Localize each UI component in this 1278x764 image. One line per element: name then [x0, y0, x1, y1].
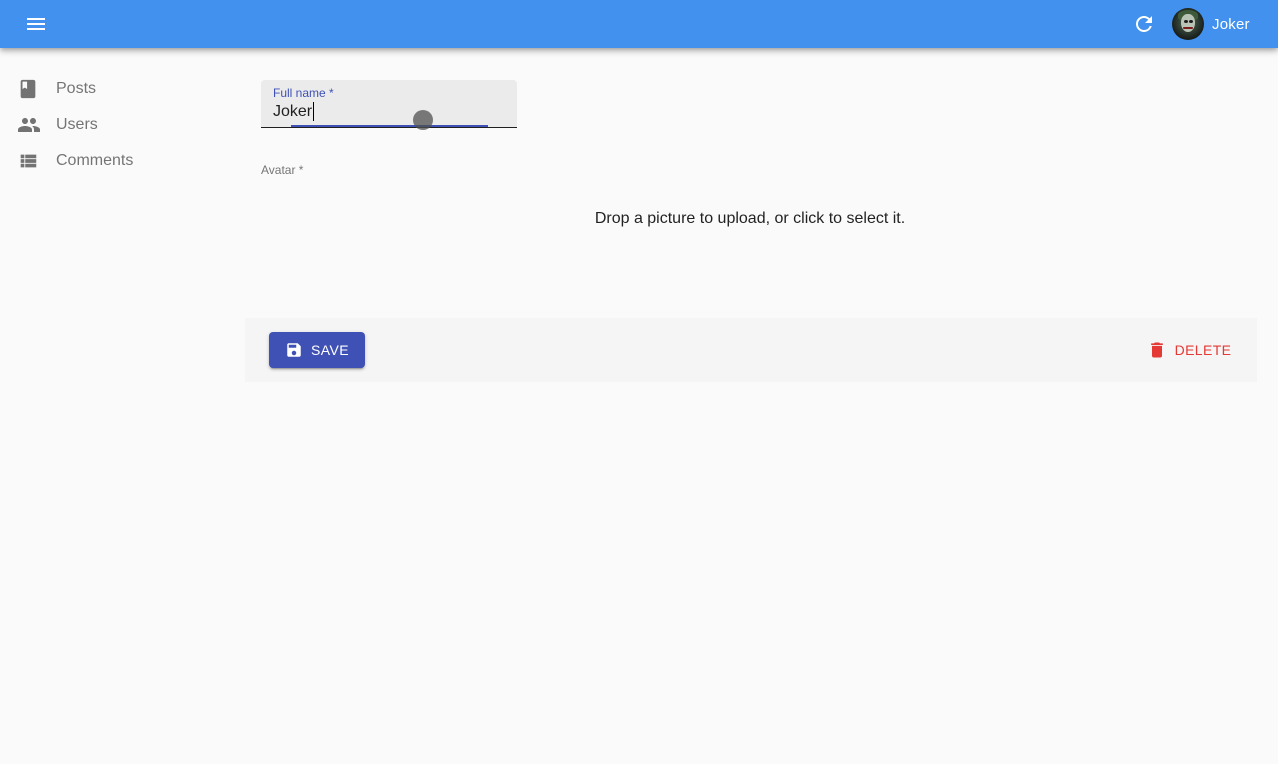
- sidebar-item-posts[interactable]: Posts: [0, 71, 240, 107]
- list-icon: [0, 150, 56, 172]
- app-bar: Joker: [0, 0, 1278, 48]
- people-icon: [0, 113, 56, 137]
- sidebar: Posts Users Comments: [0, 71, 240, 179]
- sidebar-item-comments[interactable]: Comments: [0, 143, 240, 179]
- dropzone-text: Drop a picture to upload, or click to se…: [594, 210, 906, 227]
- full-name-field[interactable]: Full name *: [261, 80, 517, 130]
- user-name: Joker: [1212, 15, 1250, 33]
- focus-underline: [291, 125, 488, 127]
- user-menu-button[interactable]: Joker: [1170, 6, 1250, 42]
- sidebar-item-users[interactable]: Users: [0, 107, 240, 143]
- sidebar-item-label: Posts: [56, 80, 97, 97]
- full-name-input[interactable]: [273, 103, 505, 121]
- delete-label: DELETE: [1174, 342, 1232, 358]
- sidebar-item-label: Users: [56, 116, 98, 133]
- mouse-cursor-indicator: [413, 110, 433, 130]
- avatar-dropzone[interactable]: Drop a picture to upload, or click to se…: [261, 190, 1239, 250]
- full-name-label: Full name *: [273, 86, 334, 100]
- refresh-icon: [1132, 12, 1156, 36]
- hamburger-icon: [24, 12, 48, 36]
- book-icon: [0, 78, 56, 100]
- trash-icon: [1147, 340, 1167, 360]
- delete-button[interactable]: DELETE: [1141, 332, 1237, 368]
- save-button[interactable]: SAVE: [269, 332, 365, 368]
- save-label: SAVE: [311, 342, 349, 358]
- text-caret: [313, 102, 314, 121]
- form-toolbar: SAVE DELETE: [245, 318, 1257, 382]
- sidebar-item-label: Comments: [56, 152, 134, 169]
- avatar-label: Avatar *: [261, 163, 304, 177]
- avatar: [1172, 8, 1204, 40]
- menu-button[interactable]: [14, 2, 58, 46]
- save-icon: [285, 341, 303, 359]
- refresh-button[interactable]: [1122, 2, 1166, 46]
